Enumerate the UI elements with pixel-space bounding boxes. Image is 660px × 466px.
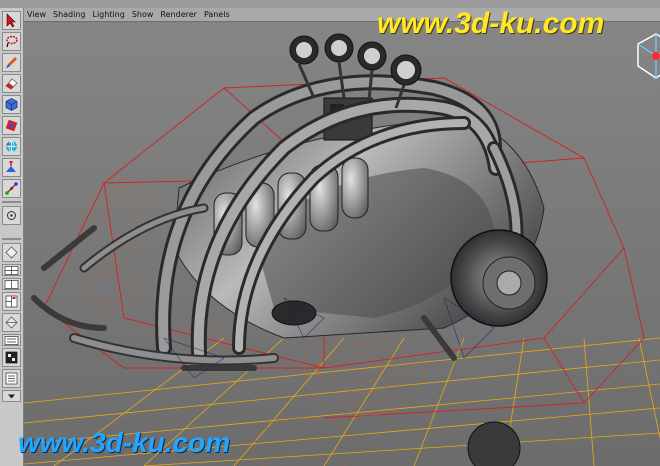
eraser-icon[interactable] <box>2 74 21 93</box>
viewport-scene <box>24 8 660 466</box>
channel-icon[interactable] <box>2 369 21 388</box>
menu-lighting[interactable]: Lighting <box>92 10 124 19</box>
outliner-icon[interactable] <box>2 334 21 346</box>
scale-icon[interactable] <box>2 158 21 177</box>
watermark-bottom: www.3d-ku.com <box>18 427 231 458</box>
menu-show[interactable]: Show <box>132 10 154 19</box>
toolbox <box>0 8 24 466</box>
three-view-icon[interactable] <box>2 292 21 311</box>
site-logo-icon <box>637 33 660 79</box>
menu-view[interactable]: View <box>27 10 46 19</box>
persp-graph-icon[interactable] <box>2 313 21 332</box>
watermark-top: www.3d-ku.com <box>377 7 605 40</box>
perspective-viewport[interactable]: View Shading Lighting Show Renderer Pane… <box>24 8 660 466</box>
menu-panels[interactable]: Panels <box>204 10 230 19</box>
manipulator-icon[interactable] <box>2 179 21 198</box>
chevron-down-icon[interactable] <box>2 390 21 402</box>
hypershade-icon[interactable] <box>2 348 21 367</box>
lasso-icon[interactable] <box>2 32 21 51</box>
paint-brush-icon[interactable] <box>2 53 21 72</box>
split-view-icon[interactable] <box>2 278 21 290</box>
select-arrow-icon[interactable] <box>2 11 21 30</box>
maya-window: View Shading Lighting Show Renderer Pane… <box>0 0 660 466</box>
rotate-icon[interactable] <box>2 116 21 135</box>
globe-icon[interactable] <box>2 137 21 156</box>
menu-renderer[interactable]: Renderer <box>160 10 197 19</box>
four-view-icon[interactable] <box>2 264 21 276</box>
snap-icon[interactable] <box>2 206 21 225</box>
cube-icon[interactable] <box>2 95 21 114</box>
menu-shading[interactable]: Shading <box>53 10 86 19</box>
single-view-icon[interactable] <box>2 243 21 262</box>
